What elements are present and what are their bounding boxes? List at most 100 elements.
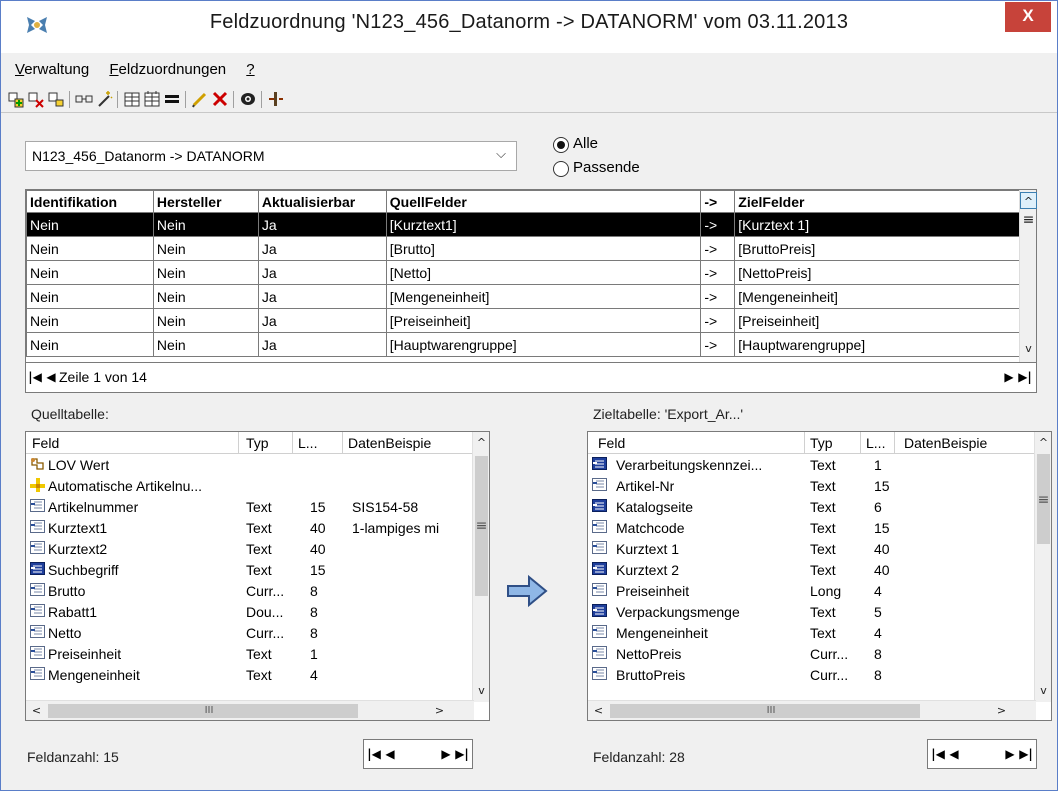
list-item[interactable]: LOV Wert (26, 455, 474, 476)
list-item[interactable]: BruttoPreis Curr... 8 (588, 665, 1036, 686)
list-item[interactable]: Matchcode Text 15 (588, 518, 1036, 539)
table-cell[interactable]: Nein (26, 284, 154, 309)
scroll-right-button[interactable]: > (431, 702, 448, 719)
list-item[interactable]: Artikel-Nr Text 15 (588, 476, 1036, 497)
table-cell[interactable]: [Brutto] (385, 236, 702, 261)
scroll-up-button[interactable]: ^ (473, 434, 490, 451)
menu-feldzuordnungen[interactable]: Feldzuordnungen (109, 61, 226, 78)
last-record-button[interactable]: ▶| (455, 745, 469, 763)
table-cell[interactable]: Nein (26, 212, 154, 237)
next-record-button[interactable]: ▶ (1003, 745, 1017, 763)
target-horizontal-scrollbar[interactable]: < III > (588, 700, 1036, 720)
delete-record-icon[interactable] (27, 90, 45, 108)
list-item[interactable]: Netto Curr... 8 (26, 623, 474, 644)
menu-help[interactable]: ? (246, 61, 254, 78)
source-vertical-scrollbar[interactable]: ^ ≡ v (472, 432, 489, 702)
table-cell[interactable]: Ja (257, 284, 387, 309)
link-icon[interactable] (75, 90, 93, 108)
table-cell[interactable]: Nein (26, 332, 154, 357)
list-item[interactable]: Verarbeitungskennzei... Text 1 (588, 455, 1036, 476)
column-header[interactable]: ZielFelder (734, 190, 1021, 213)
table-row[interactable]: Nein Nein Ja [Mengeneinheit] -> [Mengeneinhei… (26, 284, 1021, 309)
table-cell[interactable]: Ja (257, 308, 387, 333)
scroll-left-button[interactable]: < (28, 702, 45, 719)
table-cell[interactable]: [Kurztext 1] (734, 212, 1021, 237)
source-horizontal-scrollbar[interactable]: < III > (26, 700, 474, 720)
grid-vertical-scrollbar[interactable]: ^ ≡ v (1019, 190, 1037, 362)
column-header[interactable]: DatenBeispie (348, 435, 431, 451)
prev-record-button[interactable]: ◀ (383, 745, 397, 763)
column-header[interactable]: Aktualisierbar (257, 190, 387, 213)
list-item[interactable]: Rabatt1 Dou... 8 (26, 602, 474, 623)
new-record-icon[interactable] (7, 90, 25, 108)
magic-wand-icon[interactable] (95, 90, 113, 108)
table-cell[interactable]: Ja (257, 260, 387, 285)
table-row[interactable]: Nein Nein Ja [Hauptwarengruppe] -> [Hauptware… (26, 332, 1021, 357)
column-header[interactable]: -> (700, 190, 736, 213)
prev-record-button[interactable]: ◀ (947, 745, 961, 763)
first-record-button[interactable]: |◀ (28, 368, 42, 386)
list-item[interactable]: Preiseinheit Long 4 (588, 581, 1036, 602)
table-cell[interactable]: Nein (26, 308, 154, 333)
table-cell[interactable]: [Hauptwarengruppe] (734, 332, 1021, 357)
list-item[interactable]: Preiseinheit Text 1 (26, 644, 474, 665)
column-header[interactable]: QuellFelder (385, 190, 702, 213)
last-record-button[interactable]: ▶| (1018, 368, 1032, 386)
scroll-left-button[interactable]: < (590, 702, 607, 719)
table-cell[interactable]: [Kurztext1] (385, 212, 702, 237)
column-header[interactable]: L... (298, 435, 317, 451)
list-item[interactable]: Artikelnummer Text 15 SIS154-58 (26, 497, 474, 518)
table-cell[interactable]: Ja (257, 332, 387, 357)
table-cell[interactable]: -> (700, 260, 736, 285)
next-record-button[interactable]: ▶ (1002, 368, 1016, 386)
table-cell[interactable]: Nein (152, 332, 259, 357)
list-item[interactable]: Kurztext2 Text 40 (26, 539, 474, 560)
scroll-down-button[interactable]: v (473, 682, 490, 699)
transfer-arrow-icon[interactable] (505, 573, 549, 609)
table-cell[interactable]: [Netto] (385, 260, 702, 285)
list-item[interactable]: Kurztext1 Text 40 1-lampiges mi (26, 518, 474, 539)
exit-icon[interactable] (267, 90, 285, 108)
first-record-button[interactable]: |◀ (367, 745, 381, 763)
table-cell[interactable]: [NettoPreis] (734, 260, 1021, 285)
delete-icon[interactable] (211, 90, 229, 108)
last-record-button[interactable]: ▶| (1019, 745, 1033, 763)
list-item[interactable]: Kurztext 2 Text 40 (588, 560, 1036, 581)
next-record-button[interactable]: ▶ (439, 745, 453, 763)
list-item[interactable]: Kurztext 1 Text 40 (588, 539, 1036, 560)
table-export-icon[interactable] (143, 90, 161, 108)
table-cell[interactable]: Nein (152, 308, 259, 333)
scroll-down-button[interactable]: v (1035, 682, 1052, 699)
table-cell[interactable]: -> (700, 236, 736, 261)
table-cell[interactable]: Nein (152, 284, 259, 309)
column-header[interactable]: Identifikation (26, 190, 154, 213)
table-row[interactable]: Nein Nein Ja [Kurztext1] -> [Kurztext 1] (26, 212, 1021, 237)
table-import-icon[interactable] (123, 90, 141, 108)
list-item[interactable]: NettoPreis Curr... 8 (588, 644, 1036, 665)
column-header[interactable]: Hersteller (152, 190, 259, 213)
table-cell[interactable]: Ja (257, 236, 387, 261)
table-cell[interactable]: -> (700, 332, 736, 357)
list-item[interactable]: Brutto Curr... 8 (26, 581, 474, 602)
table-cell[interactable]: Nein (152, 260, 259, 285)
column-header[interactable]: Feld (598, 435, 625, 451)
table-row[interactable]: Nein Nein Ja [Preiseinheit] -> [Preiseinheit] (26, 308, 1021, 333)
table-cell[interactable]: Nein (152, 212, 259, 237)
target-vertical-scrollbar[interactable]: ^ ≡ v (1034, 432, 1051, 702)
table-cell[interactable]: [Preiseinheit] (734, 308, 1021, 333)
edit-record-icon[interactable] (47, 90, 65, 108)
scroll-right-button[interactable]: > (993, 702, 1010, 719)
list-item[interactable]: Verpackungsmenge Text 5 (588, 602, 1036, 623)
list-item[interactable]: Automatische Artikelnu... (26, 476, 474, 497)
scroll-down-button[interactable]: v (1020, 340, 1037, 357)
view-icon[interactable] (239, 90, 257, 108)
table-cell[interactable]: Ja (257, 212, 387, 237)
table-cell[interactable]: Nein (26, 260, 154, 285)
column-header[interactable]: Typ (246, 435, 269, 451)
table-row[interactable]: Nein Nein Ja [Brutto] -> [BruttoPreis] (26, 236, 1021, 261)
column-header[interactable]: Typ (810, 435, 833, 451)
list-item[interactable]: Suchbegriff Text 15 (26, 560, 474, 581)
table-cell[interactable]: [BruttoPreis] (734, 236, 1021, 261)
radio-matching-circle[interactable] (553, 161, 569, 177)
table-cell[interactable]: [Preiseinheit] (385, 308, 702, 333)
